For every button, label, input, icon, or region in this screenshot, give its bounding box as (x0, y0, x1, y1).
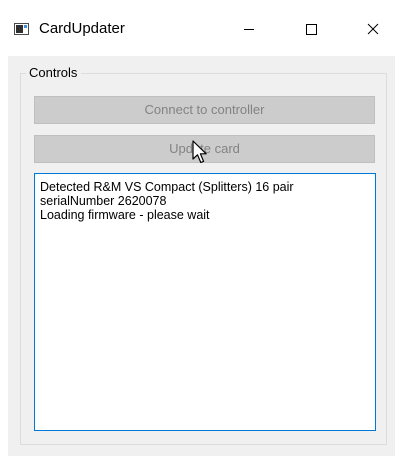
log-line: serialNumber 2620078 (40, 194, 167, 208)
window-title: CardUpdater (39, 20, 125, 37)
maximize-button[interactable] (288, 8, 334, 48)
connect-to-controller-button[interactable]: Connect to controller (34, 96, 375, 124)
client-area: Controls Connect to controller Update ca… (8, 56, 395, 456)
minimize-icon (244, 29, 254, 30)
log-line: Detected R&M VS Compact (Splitters) 16 p… (40, 180, 294, 194)
close-icon (367, 23, 379, 35)
minimize-button[interactable] (226, 8, 272, 48)
app-window-icon (14, 23, 29, 35)
maximize-icon (306, 24, 317, 35)
close-button[interactable] (350, 8, 396, 48)
update-card-button[interactable]: Update card (34, 135, 375, 163)
card-updater-window: CardUpdater Controls Connect to controll… (0, 0, 403, 456)
title-bar[interactable]: CardUpdater (0, 0, 403, 56)
log-textarea[interactable]: Detected R&M VS Compact (Splitters) 16 p… (34, 173, 376, 431)
log-line: Loading firmware - please wait (40, 208, 210, 222)
controls-group-label: Controls (26, 65, 82, 81)
